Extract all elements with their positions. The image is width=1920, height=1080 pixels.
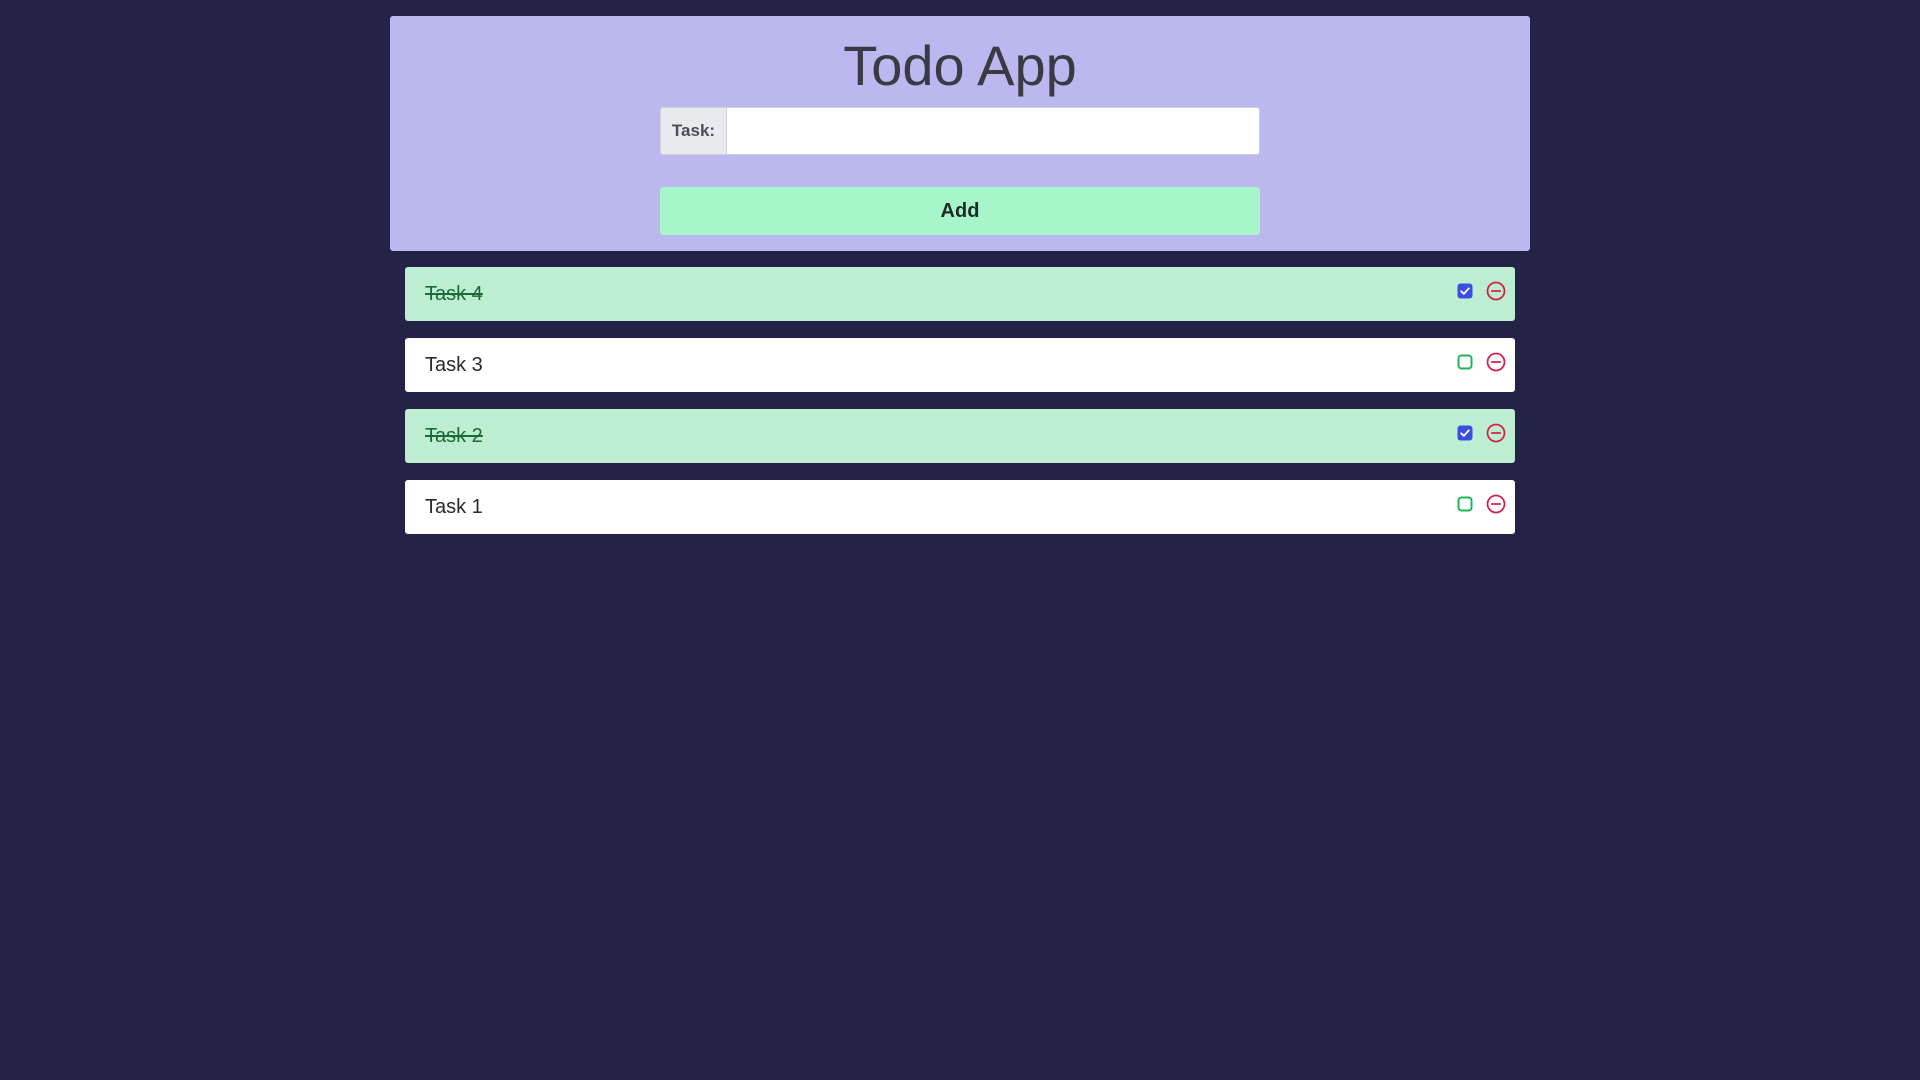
task-text: Task 3 xyxy=(425,354,483,376)
remove-circle-icon[interactable] xyxy=(1485,351,1507,373)
task-text: Task 4 xyxy=(425,283,483,305)
remove-circle-icon[interactable] xyxy=(1485,280,1507,302)
task-input-label: Task: xyxy=(660,107,726,155)
task-row: Task 3 xyxy=(405,338,1515,392)
task-text: Task 1 xyxy=(425,496,483,518)
remove-circle-icon[interactable] xyxy=(1485,493,1507,515)
task-row: Task 1 xyxy=(405,480,1515,534)
checkbox-checked-icon[interactable] xyxy=(1457,425,1473,441)
task-input[interactable] xyxy=(726,107,1260,155)
checkbox-unchecked-icon[interactable] xyxy=(1457,354,1473,370)
header-card: Todo App Task: Add xyxy=(390,16,1530,251)
task-row: Task 2 xyxy=(405,409,1515,463)
remove-circle-icon[interactable] xyxy=(1485,422,1507,444)
todo-app: Todo App Task: Add Task 4 Task 3 Task 2 … xyxy=(0,0,1920,1080)
task-list: Task 4 Task 3 Task 2 Task 1 xyxy=(405,267,1515,551)
add-button[interactable]: Add xyxy=(660,187,1260,235)
checkbox-unchecked-icon[interactable] xyxy=(1457,496,1473,512)
page-title: Todo App xyxy=(843,34,1077,97)
task-input-group: Task: xyxy=(660,107,1260,155)
task-row: Task 4 xyxy=(405,267,1515,321)
checkbox-checked-icon[interactable] xyxy=(1457,283,1473,299)
task-text: Task 2 xyxy=(425,425,483,447)
